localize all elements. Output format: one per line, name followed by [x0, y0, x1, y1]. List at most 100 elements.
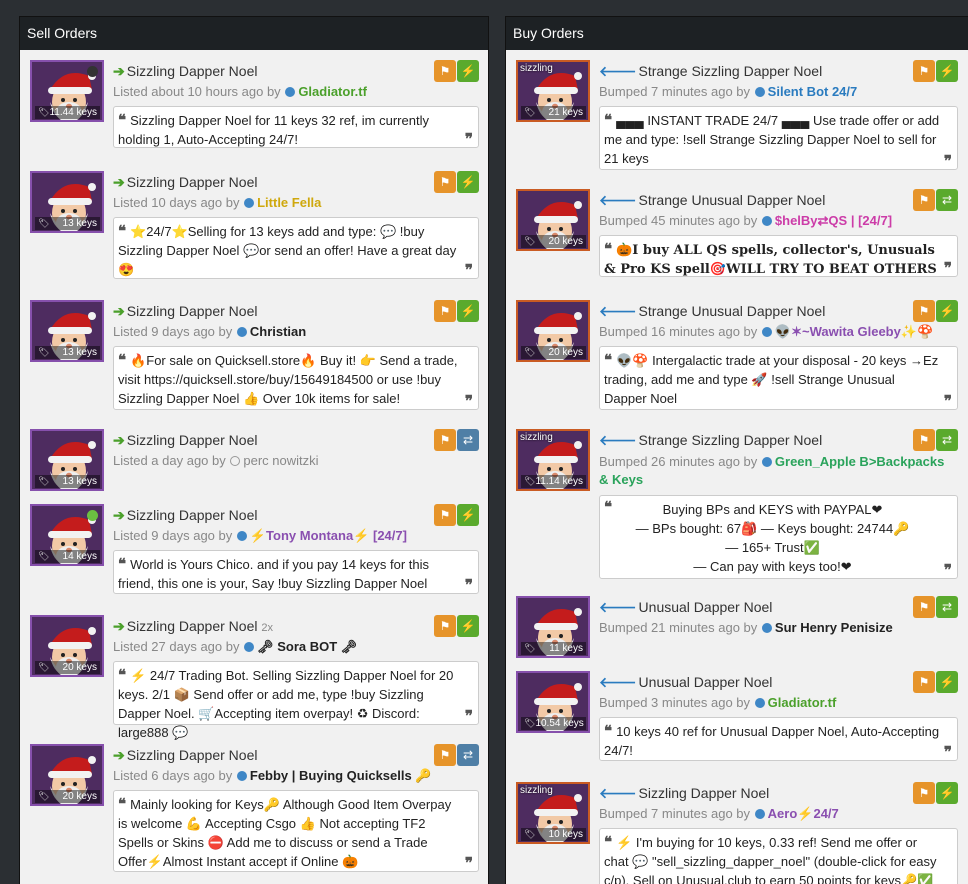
arrow-left-icon: 🡐: [599, 63, 637, 79]
item-thumbnail[interactable]: sizzling 🏷 21 keys: [516, 60, 590, 122]
note-line: — Can pay with keys too!❤: [693, 559, 852, 574]
user-link[interactable]: Little Fella: [257, 195, 321, 210]
swap-icon[interactable]: ⇄: [936, 189, 958, 211]
price: 13 keys: [62, 347, 97, 358]
quote-open-icon: ❝: [118, 555, 127, 573]
item-title[interactable]: ➔ Sizzling Dapper Noel: [113, 303, 257, 320]
user-link[interactable]: Gladiator.tf: [768, 695, 837, 710]
quote-close-icon: ❞: [464, 392, 473, 410]
user-link[interactable]: $helBy⇄QS | [24/7]: [775, 213, 892, 228]
flag-icon[interactable]: ⚑: [434, 504, 456, 526]
quote-close-icon: ❞: [943, 259, 952, 277]
flag-icon[interactable]: ⚑: [913, 596, 935, 618]
flag-icon[interactable]: ⚑: [913, 429, 935, 451]
item-title[interactable]: ➔ Sizzling Dapper Noel: [113, 747, 257, 764]
user-link[interactable]: Gladiator.tf: [298, 84, 367, 99]
item-name: Strange Sizzling Dapper Noel: [638, 63, 823, 79]
item-title[interactable]: 🡐 Strange Unusual Dapper Noel: [599, 192, 825, 209]
user-link[interactable]: Aero⚡24/7: [768, 806, 839, 821]
flag-icon[interactable]: ⚑: [434, 171, 456, 193]
listing-meta: Listed 6 days ago by Febby | Buying Quic…: [113, 768, 432, 784]
lightning-icon[interactable]: ⚡: [936, 782, 958, 804]
lightning-icon[interactable]: ⚡: [936, 60, 958, 82]
flag-icon[interactable]: ⚑: [434, 429, 456, 451]
item-thumbnail[interactable]: 🏷 13 keys: [30, 429, 104, 491]
item-title[interactable]: ➔ Sizzling Dapper Noel: [113, 432, 257, 449]
user-link[interactable]: Febby | Buying Quicksells 🔑: [250, 768, 432, 783]
price-tag-icon: 🏷: [38, 476, 50, 486]
quote-open-icon: ❝: [604, 111, 613, 129]
listing-note: ❝ World is Yours Chico. and if you pay 14…: [113, 550, 479, 594]
item-thumbnail[interactable]: sizzling 🏷 11.14 keys: [516, 429, 590, 491]
price: 11.14 keys: [535, 476, 584, 487]
item-thumbnail[interactable]: 🏷 13 keys: [30, 171, 104, 233]
flag-icon[interactable]: ⚑: [434, 60, 456, 82]
swap-icon[interactable]: ⇄: [457, 429, 479, 451]
user-link[interactable]: perc nowitzki: [243, 453, 318, 468]
user-link[interactable]: Sur Henry Penisize: [775, 620, 893, 635]
flag-icon[interactable]: ⚑: [434, 744, 456, 766]
user-status-icon: [754, 698, 765, 708]
action-buttons: ⚑ ⇄: [912, 596, 958, 618]
flag-icon[interactable]: ⚑: [434, 615, 456, 637]
user-link[interactable]: ⚡Tony Montana⚡ [24/7]: [250, 528, 407, 543]
item-thumbnail[interactable]: 🏷 20 keys: [516, 300, 590, 362]
item-title[interactable]: ➔ Sizzling Dapper Noel: [113, 63, 257, 80]
user-status-icon: [244, 198, 255, 208]
price-tag-icon: 🏷: [38, 218, 50, 228]
user-link[interactable]: 🗝 Sora BOT 🗝: [257, 639, 357, 654]
item-thumbnail[interactable]: 🏷 20 keys: [30, 615, 104, 677]
swap-icon[interactable]: ⇄: [936, 429, 958, 451]
price-badge: 🏷 20 keys: [35, 790, 100, 803]
item-thumbnail[interactable]: 🏷 10.54 keys: [516, 671, 590, 733]
item-thumbnail[interactable]: 🏷 14 keys: [30, 504, 104, 566]
flag-icon[interactable]: ⚑: [913, 189, 935, 211]
flag-icon[interactable]: ⚑: [913, 782, 935, 804]
item-title[interactable]: 🡐 Strange Sizzling Dapper Noel: [599, 432, 822, 449]
action-buttons: ⚑ ⇄: [912, 429, 958, 451]
user-link[interactable]: Silent Bot 24/7: [768, 84, 858, 99]
note-text: 👽🍄 Intergalactic trade at your disposal …: [604, 353, 939, 406]
item-thumbnail[interactable]: sizzling 🏷 10 keys: [516, 782, 590, 844]
item-thumbnail[interactable]: 🏷 20 keys: [30, 744, 104, 806]
lightning-icon[interactable]: ⚡: [457, 615, 479, 637]
flag-icon[interactable]: ⚑: [913, 671, 935, 693]
quote-close-icon: ❞: [464, 707, 473, 725]
lightning-icon[interactable]: ⚡: [457, 300, 479, 322]
user-link[interactable]: 👽✶~Wawita Gleeby✨🍄: [775, 324, 933, 339]
item-title[interactable]: ➔ Sizzling Dapper Noel: [113, 174, 257, 191]
arrow-left-icon: 🡐: [599, 192, 637, 208]
note-text: ⭐24/7⭐Selling for 13 keys add and type: …: [118, 224, 457, 277]
user-link[interactable]: Christian: [250, 324, 306, 339]
item-title[interactable]: ➔ Sizzling Dapper Noel 2x: [113, 618, 273, 635]
swap-icon[interactable]: ⇄: [936, 596, 958, 618]
flag-icon[interactable]: ⚑: [913, 60, 935, 82]
lightning-icon[interactable]: ⚡: [936, 671, 958, 693]
lightning-icon[interactable]: ⚡: [457, 171, 479, 193]
lightning-icon[interactable]: ⚡: [457, 504, 479, 526]
lightning-icon[interactable]: ⚡: [457, 60, 479, 82]
price-badge: 🏷 20 keys: [521, 346, 586, 359]
item-title[interactable]: ➔ Sizzling Dapper Noel: [113, 507, 257, 524]
price-badge: 🏷 13 keys: [35, 217, 100, 230]
flag-icon[interactable]: ⚑: [434, 300, 456, 322]
meta-text: Listed 9 days ago by: [113, 528, 233, 543]
flag-icon[interactable]: ⚑: [913, 300, 935, 322]
item-thumbnail[interactable]: 🏷 20 keys: [516, 189, 590, 251]
item-title[interactable]: 🡐 Strange Sizzling Dapper Noel: [599, 63, 822, 80]
price-badge: 🏷 10 keys: [521, 828, 586, 841]
note-text: 10 keys 40 ref for Unusual Dapper Noel, …: [604, 724, 940, 758]
meta-text: Bumped 7 minutes ago by: [599, 84, 751, 99]
status-dot: [87, 510, 98, 521]
item-thumbnail[interactable]: 🏷 11 keys: [516, 596, 590, 658]
listing-note: ❝ ⚡ 24/7 Trading Bot. Selling Sizzling Da…: [113, 661, 479, 740]
item-thumbnail[interactable]: 🏷 13 keys: [30, 300, 104, 362]
item-title[interactable]: 🡐 Unusual Dapper Noel: [599, 599, 772, 616]
item-thumbnail[interactable]: 🏷 11.44 keys: [30, 60, 104, 122]
item-title[interactable]: 🡐 Unusual Dapper Noel: [599, 674, 772, 691]
item-title[interactable]: 🡐 Sizzling Dapper Noel: [599, 785, 769, 802]
price-badge: 🏷 21 keys: [521, 106, 586, 119]
item-title[interactable]: 🡐 Strange Unusual Dapper Noel: [599, 303, 825, 320]
lightning-icon[interactable]: ⚡: [936, 300, 958, 322]
swap-icon[interactable]: ⇄: [457, 744, 479, 766]
